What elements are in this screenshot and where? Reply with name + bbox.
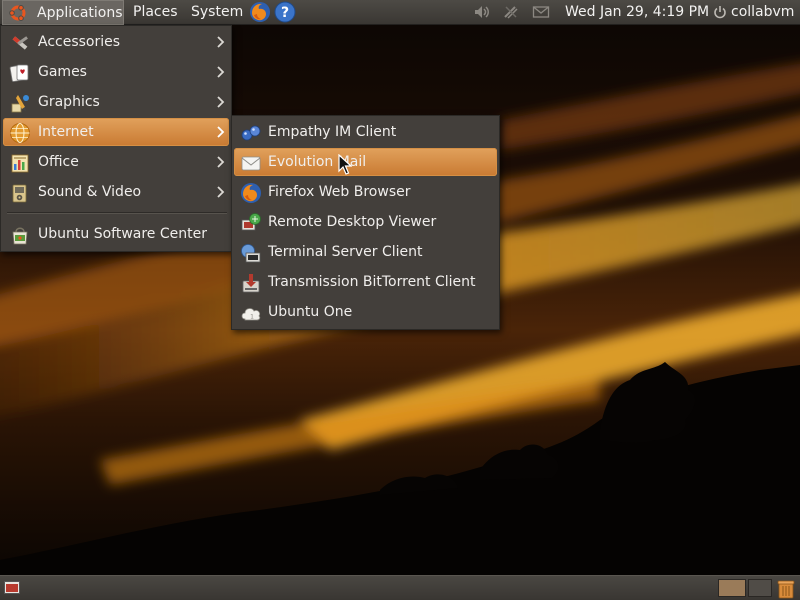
menu-item-label: Sound & Video bbox=[38, 184, 142, 200]
remote-desktop-icon bbox=[241, 213, 261, 231]
menu-item-label: Ubuntu One bbox=[268, 304, 353, 320]
workspace-2[interactable] bbox=[748, 579, 772, 597]
menu-item-transmission-bittorrent-client[interactable]: Transmission BitTorrent Client bbox=[234, 268, 497, 296]
transmission-icon bbox=[242, 274, 260, 293]
places-menu-button[interactable]: Places bbox=[133, 0, 178, 25]
menu-item-label: Games bbox=[38, 64, 87, 80]
internet-globe-icon bbox=[10, 123, 30, 143]
svg-text:1: 1 bbox=[250, 314, 254, 321]
office-icon bbox=[11, 154, 29, 173]
menu-item-evolution-mail[interactable]: Evolution Mail bbox=[234, 148, 497, 176]
volume-icon[interactable] bbox=[473, 4, 491, 20]
menu-item-label: Graphics bbox=[38, 94, 100, 110]
chevron-right-icon bbox=[217, 186, 225, 198]
applications-menu-button[interactable]: Applications bbox=[2, 0, 124, 25]
power-icon[interactable] bbox=[713, 5, 727, 19]
svg-text:?: ? bbox=[281, 5, 289, 21]
ubuntu-logo-icon bbox=[9, 5, 26, 21]
internet-submenu: Empathy IM Client Evolution Mail Firefox… bbox=[231, 115, 500, 330]
menu-item-empathy-im-client[interactable]: Empathy IM Client bbox=[234, 118, 497, 146]
evolution-icon bbox=[241, 156, 261, 171]
ubuntu-one-icon: 1 bbox=[241, 308, 261, 321]
chevron-right-icon bbox=[217, 126, 225, 138]
top-panel: Applications Places System ? Wed Jan 29,… bbox=[0, 0, 800, 25]
system-menu-button[interactable]: System bbox=[191, 0, 243, 25]
menu-item-graphics[interactable]: Graphics bbox=[3, 88, 229, 116]
chevron-right-icon bbox=[217, 36, 225, 48]
mail-icon[interactable] bbox=[532, 4, 550, 20]
chevron-right-icon bbox=[217, 66, 225, 78]
menu-item-sound-video[interactable]: Sound & Video bbox=[3, 178, 229, 206]
applications-menu-label: Applications bbox=[37, 5, 123, 21]
chevron-right-icon bbox=[217, 156, 225, 168]
sound-video-icon bbox=[12, 184, 27, 203]
menu-item-ubuntu-one[interactable]: 1 Ubuntu One bbox=[234, 298, 497, 326]
menu-item-ubuntu-software-center[interactable]: Ubuntu Software Center bbox=[3, 220, 229, 248]
applications-menu: Accessories Games Graphics Internet Offi… bbox=[0, 25, 232, 252]
show-desktop-icon[interactable] bbox=[3, 580, 21, 596]
clock[interactable]: Wed Jan 29, 4:19 PM bbox=[565, 0, 709, 24]
menu-item-label: Terminal Server Client bbox=[268, 244, 423, 260]
menu-item-terminal-server-client[interactable]: Terminal Server Client bbox=[234, 238, 497, 266]
graphics-icon bbox=[11, 95, 29, 113]
firefox-icon[interactable] bbox=[249, 1, 271, 23]
chevron-right-icon bbox=[217, 96, 225, 108]
menu-item-firefox-web-browser[interactable]: Firefox Web Browser bbox=[234, 178, 497, 206]
trash-icon[interactable] bbox=[775, 578, 797, 599]
menu-item-accessories[interactable]: Accessories bbox=[3, 28, 229, 56]
workspace-1[interactable] bbox=[718, 579, 746, 597]
firefox-icon bbox=[241, 183, 261, 203]
accessories-icon bbox=[12, 36, 28, 50]
bottom-panel bbox=[0, 575, 800, 600]
menu-item-label: Empathy IM Client bbox=[268, 124, 397, 140]
mouse-cursor-icon bbox=[338, 154, 352, 175]
menu-item-office[interactable]: Office bbox=[3, 148, 229, 176]
menu-separator bbox=[7, 212, 227, 214]
help-icon[interactable]: ? bbox=[274, 1, 296, 23]
software-center-icon bbox=[12, 227, 28, 245]
menu-item-remote-desktop-viewer[interactable]: Remote Desktop Viewer bbox=[234, 208, 497, 236]
menu-item-label: Ubuntu Software Center bbox=[38, 226, 207, 242]
menu-item-label: Internet bbox=[38, 124, 94, 140]
menu-item-label: Transmission BitTorrent Client bbox=[268, 274, 476, 290]
terminal-server-icon bbox=[241, 244, 261, 263]
empathy-icon bbox=[241, 125, 261, 141]
menu-item-games[interactable]: Games bbox=[3, 58, 229, 86]
menu-item-label: Remote Desktop Viewer bbox=[268, 214, 437, 230]
user-menu[interactable]: collabvm bbox=[731, 0, 794, 24]
menu-item-label: Office bbox=[38, 154, 79, 170]
network-icon[interactable] bbox=[502, 4, 520, 20]
menu-item-label: Accessories bbox=[38, 34, 121, 50]
menu-item-internet[interactable]: Internet bbox=[3, 118, 229, 146]
games-icon bbox=[9, 64, 29, 82]
menu-item-label: Firefox Web Browser bbox=[268, 184, 411, 200]
